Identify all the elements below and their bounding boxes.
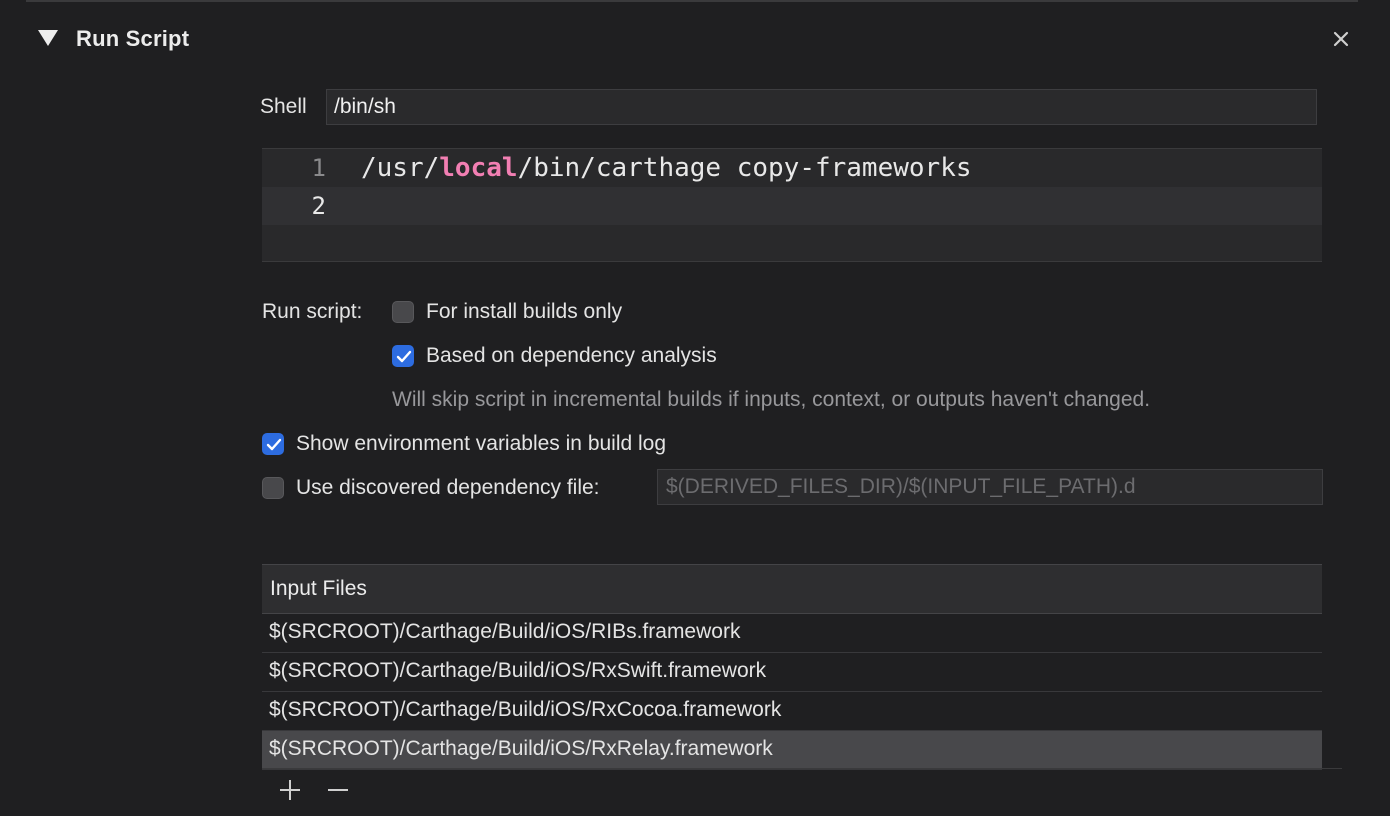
dependency-hint: Will skip script in incremental builds i… <box>392 388 1151 411</box>
checkmark-icon <box>396 350 412 363</box>
install-builds-only-label[interactable]: For install builds only <box>426 300 622 324</box>
triangle-down-icon[interactable] <box>38 30 58 46</box>
table-row[interactable]: $(SRCROOT)/Carthage/Build/iOS/RxCocoa.fr… <box>262 692 1322 731</box>
run-script-phase: Run Script Shell /bin/sh 1 /usr/local/bi… <box>0 0 1390 816</box>
dependency-analysis-label[interactable]: Based on dependency analysis <box>426 344 717 368</box>
checkmark-icon <box>266 438 282 451</box>
use-dep-file-checkbox[interactable] <box>262 477 284 499</box>
show-env-vars-checkbox[interactable] <box>262 433 284 455</box>
install-builds-only-checkbox[interactable] <box>392 301 414 323</box>
use-dep-file-label[interactable]: Use discovered dependency file: <box>296 476 600 500</box>
minus-icon[interactable] <box>325 777 351 803</box>
keyword-token: local <box>439 153 518 183</box>
table-row-selected[interactable]: $(SRCROOT)/Carthage/Build/iOS/RxRelay.fr… <box>262 731 1322 770</box>
code-text[interactable]: /usr/local/bin/carthage copy-frameworks <box>361 149 972 187</box>
phase-title: Run Script <box>76 26 190 51</box>
table-toolbar <box>262 768 1342 809</box>
input-files-table: Input Files $(SRCROOT)/Carthage/Build/iO… <box>262 564 1322 770</box>
code-line[interactable]: 1 /usr/local/bin/carthage copy-framework… <box>262 149 1322 187</box>
table-row[interactable]: $(SRCROOT)/Carthage/Build/iOS/RxSwift.fr… <box>262 653 1322 692</box>
script-editor[interactable]: 1 /usr/local/bin/carthage copy-framework… <box>262 148 1322 262</box>
run-script-label: Run script: <box>262 300 363 323</box>
divider <box>26 0 1358 2</box>
table-row[interactable]: $(SRCROOT)/Carthage/Build/iOS/RIBs.frame… <box>262 614 1322 653</box>
close-icon[interactable] <box>1330 28 1352 50</box>
line-number: 1 <box>311 154 326 182</box>
dependency-analysis-checkbox[interactable] <box>392 345 414 367</box>
input-files-header: Input Files <box>262 564 1322 614</box>
shell-label: Shell <box>260 95 307 118</box>
phase-header: Run Script <box>0 18 1390 62</box>
dep-file-input[interactable]: $(DERIVED_FILES_DIR)/$(INPUT_FILE_PATH).… <box>657 469 1323 505</box>
show-env-vars-label[interactable]: Show environment variables in build log <box>296 432 666 456</box>
line-number: 2 <box>311 192 326 220</box>
code-line-current[interactable]: 2 <box>262 187 1322 225</box>
plus-icon[interactable] <box>277 777 303 803</box>
shell-input[interactable]: /bin/sh <box>326 89 1317 125</box>
